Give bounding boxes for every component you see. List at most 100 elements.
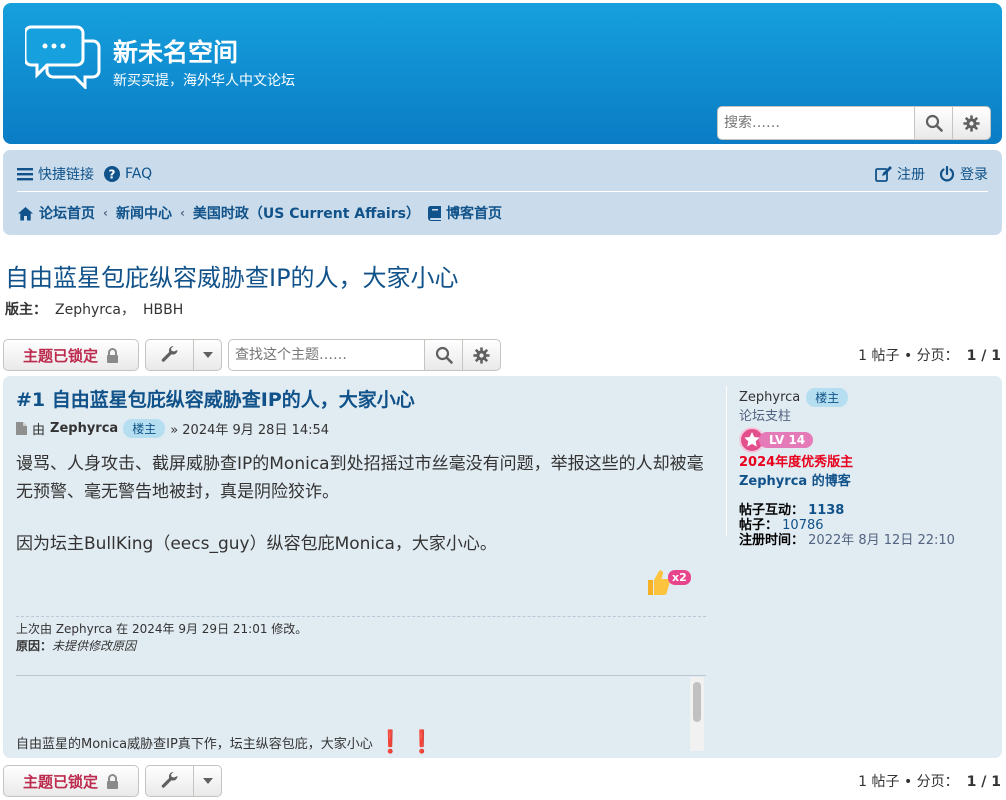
posts-label: 帖子： [739, 518, 779, 533]
edit-note-text: 上次由 Zephyrca 在 2024年 9月 29日 21:01 修改。 [16, 622, 308, 636]
reaction-button[interactable]: x2 [645, 568, 691, 596]
topic-search [228, 339, 501, 371]
post-meta: 由 Zephyrca 楼主 » 2024年 9月 28日 14:54 [16, 419, 329, 438]
power-icon [939, 166, 955, 182]
pagination-pages: 1 / 1 [966, 774, 1001, 790]
caret-down-icon [202, 778, 213, 784]
post-title[interactable]: #1 自由蓝星包庇纵容威胁查IP的人，大家小心 [16, 385, 415, 412]
post-by-label: 由 [32, 423, 46, 438]
breadcrumb-forum-label: 美国时政（US Current Affairs） [192, 206, 420, 222]
breadcrumb-news[interactable]: 新闻中心 [116, 203, 172, 223]
wrench-icon [161, 346, 178, 362]
post-paragraph: 谩骂、人身攻击、截屏威胁查IP的Monica到处招摇过市丝毫没有问题，举报这些的… [16, 454, 704, 502]
lock-icon [107, 773, 118, 789]
breadcrumb-blog-label: 博客首页 [445, 206, 502, 222]
pagination: 1 帖子 • 分页： 1 / 1 [858, 771, 1001, 791]
pagination-text: 1 帖子 • 分页： [858, 348, 959, 364]
book-icon [427, 205, 441, 221]
svg-text:?: ? [109, 168, 116, 182]
exclamation-icon: ❗ [376, 729, 405, 755]
topic-search-input[interactable] [228, 339, 425, 371]
lock-icon [107, 347, 118, 363]
nav-links: 快捷链接 ? FAQ 注册 登录 [17, 162, 988, 186]
chevron-left-icon: ‹ [103, 206, 108, 220]
thumbs-up-icon [648, 570, 670, 596]
profile-username[interactable]: Zephyrca [739, 390, 800, 405]
pagination: 1 帖子 • 分页： 1 / 1 [858, 345, 1001, 365]
topic-locked-button[interactable]: 主题已锁定 [3, 765, 139, 797]
reaction-count: x2 [668, 570, 691, 585]
site-search-input[interactable] [717, 106, 915, 140]
signature-divider [16, 675, 706, 676]
action-bar-bottom: 主题已锁定 1 帖子 • 分页： 1 / 1 [3, 765, 1003, 797]
login-link[interactable]: 登录 [939, 164, 988, 184]
wrench-icon [161, 772, 178, 788]
signature: 自由蓝星的Monica威胁查IP真下作，坛主纵容包庇，大家小心 ❗ ❗ [16, 729, 436, 755]
nav-divider [17, 191, 988, 192]
chat-bubbles-icon[interactable] [25, 25, 101, 89]
topic-locked-label: 主题已锁定 [22, 346, 98, 365]
breadcrumb-news-label: 新闻中心 [115, 206, 172, 222]
exclamation-icon: ❗ [408, 729, 436, 755]
breadcrumb-blog[interactable]: 博客首页 [427, 203, 502, 223]
interactions-value[interactable]: 1138 [808, 503, 844, 518]
moderator-link[interactable]: HBBH [143, 302, 183, 318]
home-icon [18, 206, 33, 220]
post-content: 谩骂、人身攻击、截屏威胁查IP的Monica到处招摇过市丝毫没有问题，举报这些的… [16, 450, 706, 582]
topic-title[interactable]: 自由蓝星包庇纵容威胁查IP的人，大家小心 [5, 258, 459, 293]
question-icon: ? [104, 166, 120, 182]
moderator-link[interactable]: Zephyrca， [55, 302, 135, 318]
navbar: 快捷链接 ? FAQ 注册 登录 论坛首页 ‹ 新闻中心 ‹ 美国时政（US C… [3, 150, 1002, 235]
profile-badge: 楼主 [806, 387, 849, 407]
search-icon [925, 114, 943, 132]
profile-blog-link[interactable]: Zephyrca 的博客 [739, 470, 996, 489]
search-icon [435, 346, 453, 364]
faq-link[interactable]: ? FAQ [104, 166, 152, 182]
moderators: 版主： Zephyrca， HBBH [5, 299, 183, 319]
pagination-pages: 1 / 1 [966, 348, 1001, 364]
quick-links-menu[interactable]: 快捷链接 [17, 164, 94, 184]
edit-note: 上次由 Zephyrca 在 2024年 9月 29日 21:01 修改。 原因… [16, 621, 307, 655]
user-links: 注册 登录 [875, 164, 988, 184]
search-button[interactable] [915, 106, 953, 140]
edit-icon [875, 166, 892, 182]
topic-locked-label: 主题已锁定 [22, 772, 98, 791]
edit-reason-text: 未提供修改原因 [52, 639, 137, 653]
post-paragraph: 因为坛主BullKing（eecs_guy）纵容包庇Monica，大家小心。 [16, 534, 497, 554]
topic-locked-button[interactable]: 主题已锁定 [3, 339, 139, 371]
caret-down-icon [202, 352, 213, 358]
post-datetime: » 2024年 9月 28日 14:54 [170, 423, 330, 438]
register-label: 注册 [897, 167, 925, 183]
level-label: LV 14 [759, 432, 814, 448]
author-profile: Zephyrca 楼主 论坛支柱 LV 14 2024年度优秀版主 Zephyr… [726, 386, 996, 548]
joined-label: 注册时间： [739, 533, 805, 548]
login-label: 登录 [960, 167, 988, 183]
topic-tools-dropdown[interactable] [145, 765, 222, 797]
topic-search-button[interactable] [425, 339, 463, 371]
topic-tools-dropdown[interactable] [145, 339, 222, 371]
site-title[interactable]: 新未名空间 [113, 33, 238, 69]
action-bar-top: 主题已锁定 1 帖子 • 分页： 1 / 1 [3, 339, 1003, 371]
signature-text: 自由蓝星的Monica威胁查IP真下作，坛主纵容包庇，大家小心 [16, 737, 373, 752]
menu-icon [17, 168, 33, 181]
site-header: 新未名空间 新买买提，海外华人中文论坛 [3, 3, 1002, 144]
profile-rank: 论坛支柱 [739, 409, 792, 424]
pagination-text: 1 帖子 • 分页： [858, 774, 959, 790]
quick-links-label: 快捷链接 [38, 167, 94, 183]
post-author[interactable]: Zephyrca [50, 421, 118, 436]
posts-value[interactable]: 10786 [782, 518, 823, 533]
post-file-icon[interactable] [16, 422, 27, 435]
interactions-label: 帖子互动： [739, 503, 805, 518]
moderators-label: 版主： [5, 302, 47, 318]
breadcrumb-home[interactable]: 论坛首页 [17, 203, 95, 223]
gear-icon [963, 114, 980, 132]
profile-level: LV 14 [739, 427, 996, 453]
topic-advanced-search-button[interactable] [463, 339, 501, 371]
register-link[interactable]: 注册 [875, 164, 925, 184]
signature-scrollbar[interactable] [690, 677, 704, 751]
scrollbar-thumb[interactable] [693, 682, 701, 722]
advanced-search-button[interactable] [953, 106, 991, 140]
breadcrumb: 论坛首页 ‹ 新闻中心 ‹ 美国时政（US Current Affairs） 博… [17, 202, 502, 224]
gear-icon [473, 346, 490, 364]
breadcrumb-forum[interactable]: 美国时政（US Current Affairs） [193, 203, 420, 223]
